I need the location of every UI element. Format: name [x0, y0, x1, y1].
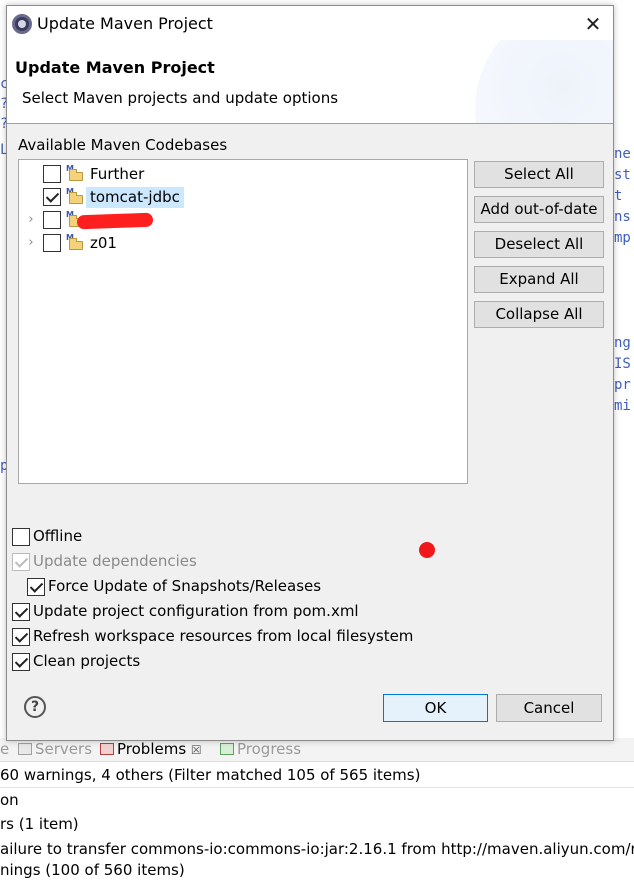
bg-editor-text: mp — [614, 230, 631, 246]
tree-item-tomcat-jdbc[interactable]: M tomcat-jdbc — [19, 186, 467, 209]
bg-editor-text: ne — [614, 146, 631, 162]
redaction-mark — [76, 212, 154, 230]
expand-all-button[interactable]: Expand All — [474, 266, 604, 293]
refresh-workspace-checkbox[interactable] — [12, 628, 30, 646]
force-update-checkbox[interactable] — [27, 578, 45, 596]
tab-problems-label: Problems — [117, 740, 187, 758]
project-checkbox[interactable] — [43, 234, 61, 252]
help-icon[interactable]: ? — [24, 696, 46, 718]
clean-projects-checkbox[interactable] — [12, 653, 30, 671]
update-config-checkbox[interactable] — [12, 603, 30, 621]
codebases-label: Available Maven Codebases — [18, 136, 228, 154]
tab-servers-label: Servers — [35, 740, 93, 758]
select-all-button[interactable]: Select All — [474, 161, 604, 188]
project-checkbox[interactable] — [43, 211, 61, 229]
dialog-title: Update Maven Project — [37, 14, 213, 33]
eclipse-icon — [12, 14, 32, 34]
chevron-right-icon[interactable]: › — [25, 213, 37, 227]
bg-editor-text: t — [614, 188, 623, 204]
maven-project-icon: M — [66, 233, 84, 251]
tab-progress-label: Progress — [237, 740, 302, 758]
project-label[interactable]: z01 — [86, 233, 121, 254]
problems-summary: 60 warnings, 4 others (Filter matched 10… — [0, 763, 634, 788]
chevron-right-icon[interactable]: › — [25, 236, 37, 250]
banner-title: Update Maven Project — [15, 58, 215, 77]
problems-row[interactable]: nings (100 of 560 items) — [0, 858, 634, 883]
banner-subtitle: Select Maven projects and update options — [22, 89, 339, 107]
refresh-workspace-label: Refresh workspace resources from local f… — [33, 627, 414, 645]
progress-icon — [220, 743, 234, 755]
project-tree[interactable]: M Further M tomcat-jdbc › M n › M z01 — [18, 159, 468, 484]
tab-progress[interactable]: Progress — [220, 740, 301, 758]
tab-servers[interactable]: Servers — [18, 740, 92, 758]
problems-icon — [100, 743, 114, 755]
problems-row[interactable]: rs (1 item) — [0, 812, 634, 837]
problems-row[interactable]: on — [0, 788, 634, 813]
offline-checkbox[interactable] — [12, 528, 30, 546]
maven-project-icon: M — [66, 187, 84, 205]
update-dependencies-label: Update dependencies — [33, 552, 197, 570]
close-button[interactable]: ✕ — [579, 10, 607, 38]
tab-problems[interactable]: Problems ☒ — [100, 740, 202, 758]
maven-project-icon: M — [66, 164, 84, 182]
deselect-all-button[interactable]: Deselect All — [474, 231, 604, 258]
tree-item-further[interactable]: M Further — [19, 163, 467, 186]
project-label[interactable]: tomcat-jdbc — [86, 187, 184, 208]
offline-label: Offline — [33, 527, 83, 545]
tab-console-partial[interactable]: e — [0, 740, 9, 758]
dialog-titlebar[interactable]: Update Maven Project ✕ — [7, 6, 613, 40]
project-checkbox[interactable] — [43, 188, 61, 206]
clean-projects-label: Clean projects — [33, 652, 141, 670]
project-label[interactable]: Further — [86, 164, 148, 185]
banner-decoration — [475, 40, 613, 123]
force-update-label: Force Update of Snapshots/Releases — [48, 577, 322, 595]
tree-item-z01[interactable]: › M z01 — [19, 232, 467, 255]
cancel-button[interactable]: Cancel — [496, 694, 602, 722]
annotation-dot — [419, 542, 435, 558]
bg-editor-text: st — [614, 167, 631, 183]
bg-editor-text: ns — [614, 209, 631, 225]
bg-editor-text: IS — [614, 356, 631, 372]
servers-icon — [18, 743, 32, 755]
close-icon[interactable]: ☒ — [191, 743, 202, 757]
project-checkbox[interactable] — [43, 165, 61, 183]
update-config-label: Update project configuration from pom.xm… — [33, 602, 359, 620]
bg-editor-text: ng — [614, 335, 631, 351]
tree-item-redacted[interactable]: › M n — [19, 209, 467, 232]
collapse-all-button[interactable]: Collapse All — [474, 301, 604, 328]
dialog-banner: Update Maven Project Select Maven projec… — [7, 40, 613, 124]
bg-editor-text: pr — [614, 377, 631, 393]
views-tab-bar: e Servers Problems ☒ Progress — [0, 738, 634, 762]
add-out-of-date-button[interactable]: Add out-of-date — [474, 196, 604, 223]
ok-button[interactable]: OK — [383, 694, 488, 722]
bg-editor-text: mi — [614, 398, 631, 414]
update-dependencies-checkbox — [12, 553, 30, 571]
update-maven-project-dialog: Update Maven Project ✕ Update Maven Proj… — [6, 5, 614, 741]
